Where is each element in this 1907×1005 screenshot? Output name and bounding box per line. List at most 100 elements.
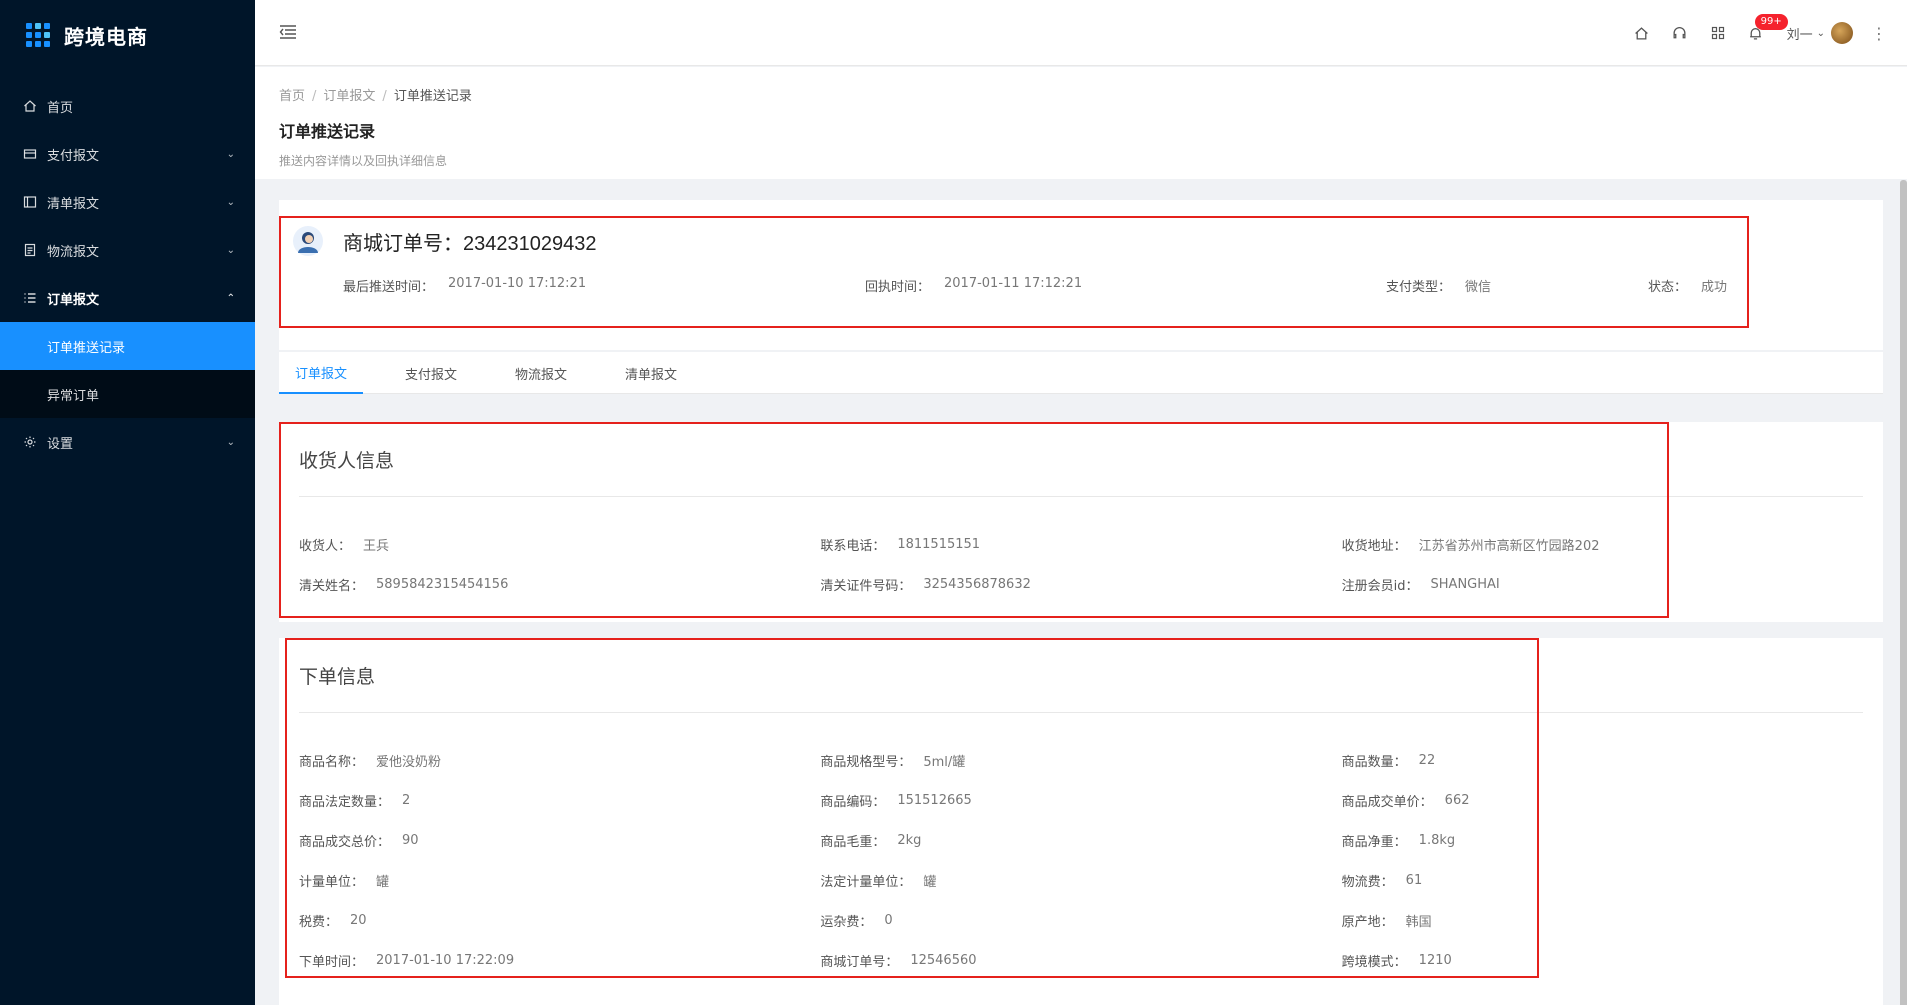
order-info-field: 下单时间： 2017-01-10 17:22:09 bbox=[299, 940, 820, 980]
field-member-id: 注册会员id： SHANGHAI bbox=[1341, 576, 1500, 594]
field-label: 下单时间： bbox=[299, 954, 365, 970]
field-value: 2 bbox=[402, 792, 411, 808]
app-title: 跨境电商 bbox=[64, 24, 148, 49]
order-list-icon bbox=[22, 290, 38, 306]
field-value: 罐 bbox=[376, 874, 390, 890]
chevron-up-icon: ⌃ bbox=[226, 292, 235, 304]
order-info-field: 法定计量单位： 罐 bbox=[820, 860, 1341, 900]
sidebar-menu: 首页 支付报文 ⌄ 清单报文 ⌄ 物流报文 ⌄ 订单报文 ⌃ 订单推送记录 异常… bbox=[0, 82, 255, 466]
order-info-field: 商品成交单价： 662 bbox=[1342, 780, 1863, 820]
order-info-field: 物流费： 61 bbox=[1342, 860, 1863, 900]
field-label: 商品数量： bbox=[1341, 754, 1407, 770]
order-info-grid: 商品名称： 爱他没奶粉 商品规格型号： 5ml/罐 商品数量： 22 商品法定数量： 2 商品编… bbox=[299, 713, 1863, 990]
sidebar-item-settings[interactable]: 设置 ⌄ bbox=[0, 418, 255, 466]
sidebar-item-label: 设置 bbox=[47, 436, 74, 452]
field-value: 151512665 bbox=[897, 792, 972, 808]
list-icon bbox=[22, 194, 38, 210]
tab-list-message[interactable]: 清单报文 bbox=[609, 352, 693, 394]
notification-bell-icon[interactable]: 99+ bbox=[1737, 0, 1788, 66]
order-info-field: 商品规格型号： 5ml/罐 bbox=[820, 740, 1341, 780]
field-label: 商城订单号： bbox=[820, 954, 899, 970]
sidebar-item-abnormal-order[interactable]: 异常订单 bbox=[0, 370, 255, 418]
order-info-field: 跨境模式： 1210 bbox=[1342, 940, 1863, 980]
tab-payment-message[interactable]: 支付报文 bbox=[389, 352, 473, 394]
field-label: 税费： bbox=[299, 914, 339, 930]
field-value: 61 bbox=[1405, 872, 1423, 888]
breadcrumb-item-current: 订单推送记录 bbox=[393, 89, 472, 104]
order-meta: 最后推送时间： 2017-01-10 17:12:21 回执时间： 2017-01-… bbox=[293, 276, 1869, 295]
field-label: 商品法定数量： bbox=[299, 794, 391, 810]
field-value: 韩国 bbox=[1405, 914, 1432, 930]
order-number-row: 商城订单号：234231029432 bbox=[293, 226, 1869, 256]
user-name: 刘一 bbox=[1786, 27, 1813, 43]
apps-grid-icon bbox=[26, 23, 50, 47]
field-value: 罐 bbox=[923, 874, 937, 890]
credit-card-icon bbox=[22, 146, 38, 162]
tab-order-message[interactable]: 订单报文 bbox=[279, 352, 364, 394]
field-value: 1210 bbox=[1418, 952, 1452, 968]
order-info-field: 商品名称： 爱他没奶粉 bbox=[299, 740, 820, 780]
sidebar-item-list[interactable]: 清单报文 ⌄ bbox=[0, 178, 255, 226]
home-icon bbox=[22, 98, 38, 114]
field-label: 商品成交总价： bbox=[299, 834, 391, 850]
field-address: 收货地址： 江苏省苏州市高新区竹园路202 bbox=[1341, 538, 1600, 554]
field-label: 跨境模式： bbox=[1341, 954, 1407, 970]
field-value: 22 bbox=[1418, 752, 1436, 768]
meta-last-push-time: 最后推送时间： 2017-01-10 17:12:21 bbox=[343, 276, 587, 295]
home-icon[interactable] bbox=[1623, 0, 1661, 66]
order-info-field: 商品净重： 1.8kg bbox=[1342, 820, 1863, 860]
order-info-field: 商品数量： 22 bbox=[1342, 740, 1863, 780]
breadcrumb: 首页 / 订单报文 / 订单推送记录 bbox=[279, 89, 472, 104]
header-actions: 99+ 刘一 ⌄ ⋮ bbox=[1623, 0, 1887, 66]
order-info-field: 商品成交总价： 90 bbox=[299, 820, 820, 860]
main-content: 商城订单号：234231029432 最后推送时间： 2017-01-10 17:… bbox=[255, 180, 1907, 1005]
menu-fold-icon[interactable] bbox=[279, 24, 297, 40]
order-info-field: 税费： 20 bbox=[299, 900, 820, 940]
field-label: 商品净重： bbox=[1341, 834, 1407, 850]
field-receiver: 收货人： 王兵 bbox=[299, 538, 390, 554]
field-value: 2017-01-10 17:22:09 bbox=[376, 952, 515, 968]
tab-logistics-message[interactable]: 物流报文 bbox=[499, 352, 583, 394]
avatar bbox=[1831, 22, 1853, 44]
page-title: 订单推送记录 bbox=[279, 122, 376, 141]
sidebar-item-logistics[interactable]: 物流报文 ⌄ bbox=[0, 226, 255, 274]
breadcrumb-item[interactable]: 订单报文 bbox=[323, 89, 375, 104]
field-value: 爱他没奶粉 bbox=[376, 754, 442, 770]
field-value: 5ml/罐 bbox=[923, 754, 966, 770]
field-label: 商品名称： bbox=[299, 754, 365, 770]
order-info-field: 商城订单号： 12546560 bbox=[820, 940, 1341, 980]
chevron-down-icon: ⌄ bbox=[226, 196, 235, 208]
top-header: 99+ 刘一 ⌄ ⋮ bbox=[255, 0, 1907, 66]
field-value: 90 bbox=[402, 832, 419, 848]
user-menu[interactable]: 刘一 ⌄ bbox=[1787, 22, 1853, 44]
meta-receipt-time: 回执时间： 2017-01-11 17:12:21 bbox=[865, 276, 1083, 295]
sidebar: 跨境电商 首页 支付报文 ⌄ 清单报文 ⌄ 物流报文 ⌄ 订单报文 ⌃ 订单推送… bbox=[0, 0, 255, 1005]
receiver-info-title: 收货人信息 bbox=[299, 422, 1863, 497]
order-info-field: 原产地： 韩国 bbox=[1342, 900, 1863, 940]
order-info-card: 下单信息 商品名称： 爱他没奶粉 商品规格型号： 5ml/罐 商品数量： 22 商品法定数量… bbox=[279, 638, 1883, 1005]
field-label: 法定计量单位： bbox=[820, 874, 912, 890]
sidebar-item-label: 清单报文 bbox=[47, 196, 100, 212]
sidebar-item-order-push-record[interactable]: 订单推送记录 bbox=[0, 322, 255, 370]
headset-icon[interactable] bbox=[1661, 0, 1699, 66]
sidebar-item-home[interactable]: 首页 bbox=[0, 82, 255, 130]
order-summary-card: 商城订单号：234231029432 最后推送时间： 2017-01-10 17:… bbox=[279, 200, 1883, 350]
order-info-field: 商品毛重： 2kg bbox=[820, 820, 1341, 860]
scrollbar[interactable] bbox=[1900, 180, 1907, 1005]
breadcrumb-item[interactable]: 首页 bbox=[279, 89, 305, 104]
sidebar-item-order[interactable]: 订单报文 ⌃ bbox=[0, 274, 255, 322]
field-label: 原产地： bbox=[1341, 914, 1394, 930]
order-number: 商城订单号：234231029432 bbox=[343, 230, 597, 255]
order-info-field: 运杂费： 0 bbox=[820, 900, 1341, 940]
page-description: 推送内容详情以及回执详细信息 bbox=[279, 154, 448, 168]
more-vertical-icon[interactable]: ⋮ bbox=[1871, 24, 1887, 43]
apps-icon[interactable] bbox=[1699, 0, 1737, 66]
avatar bbox=[293, 226, 323, 256]
sidebar-item-payment[interactable]: 支付报文 ⌄ bbox=[0, 130, 255, 178]
chevron-down-icon: ⌄ bbox=[226, 244, 235, 256]
logo[interactable]: 跨境电商 bbox=[0, 0, 255, 70]
order-info-field: 商品编码： 151512665 bbox=[820, 780, 1341, 820]
chevron-down-icon: ⌄ bbox=[226, 148, 235, 160]
field-value: 1.8kg bbox=[1418, 832, 1456, 848]
meta-status: 状态： 成功 bbox=[1648, 280, 1728, 295]
